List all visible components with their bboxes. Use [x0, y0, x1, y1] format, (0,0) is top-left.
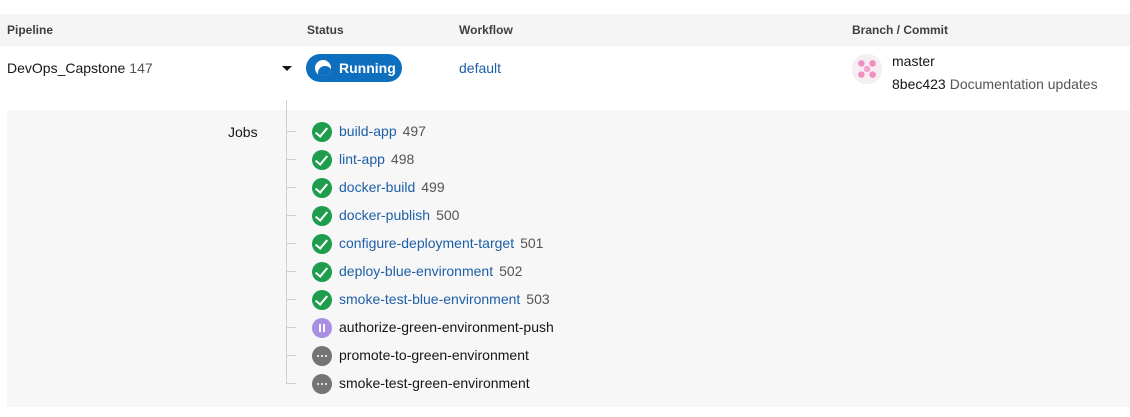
ellipsis-circle-icon — [312, 346, 332, 366]
job-name[interactable]: configure-deployment-target — [339, 235, 514, 251]
check-circle-icon — [312, 290, 332, 310]
job-row: lint-app 498 — [285, 147, 785, 175]
job-label: docker-publish 500 — [339, 207, 459, 223]
header-status: Status — [307, 23, 344, 37]
check-circle-icon — [312, 262, 332, 282]
job-name[interactable]: docker-build — [339, 179, 415, 195]
job-row: promote-to-green-environment — [285, 343, 785, 371]
jobs-panel: Jobs build-app 497 lint-app 498 docker-build… — [7, 100, 1130, 407]
check-circle-icon — [312, 150, 332, 170]
pipeline-row: DevOps_Capstone 147 Running default maste… — [0, 46, 1130, 110]
header-pipeline: Pipeline — [7, 23, 54, 37]
job-row: deploy-blue-environment 502 — [285, 259, 785, 287]
branch-name: master — [892, 53, 935, 69]
tree-connector — [286, 327, 296, 328]
status-label: Running — [339, 60, 396, 76]
pipeline-name: DevOps_Capstone — [7, 60, 126, 76]
job-name[interactable]: build-app — [339, 123, 397, 139]
ellipsis-circle-icon — [312, 374, 332, 394]
tree-connector — [286, 383, 296, 384]
tree-connector — [286, 299, 296, 300]
workflow-link[interactable]: default — [459, 60, 501, 76]
commit-info: 8bec423 Documentation updates — [892, 76, 1098, 92]
check-circle-icon — [312, 178, 332, 198]
tree-connector — [286, 215, 296, 216]
check-circle-icon — [312, 122, 332, 142]
pipeline-number: 147 — [129, 60, 153, 76]
job-number: 499 — [421, 179, 445, 195]
job-row: smoke-test-blue-environment 503 — [285, 287, 785, 315]
tree-connector — [286, 243, 296, 244]
job-number: 498 — [390, 151, 415, 167]
job-row: configure-deployment-target 501 — [285, 231, 785, 259]
job-label: configure-deployment-target 501 — [339, 235, 543, 251]
tree-connector — [286, 271, 296, 272]
tree-connector — [286, 355, 296, 356]
job-name[interactable]: lint-app — [339, 151, 385, 167]
jobs-label: Jobs — [228, 124, 258, 140]
job-name[interactable]: docker-publish — [339, 207, 430, 223]
pause-circle-icon — [312, 318, 332, 338]
job-label: smoke-test-blue-environment 503 — [339, 291, 550, 307]
check-circle-icon — [312, 206, 332, 226]
status-badge[interactable]: Running — [306, 54, 402, 82]
job-label: docker-build 499 — [339, 179, 445, 195]
job-name: authorize-green-environment-push — [339, 319, 554, 335]
job-name[interactable]: smoke-test-blue-environment — [339, 291, 520, 307]
table-header: Pipeline Status Workflow Branch / Commit — [0, 14, 1130, 46]
job-number: 502 — [499, 263, 523, 279]
avatar — [852, 54, 882, 84]
tree-connector — [286, 131, 296, 132]
running-spinner-icon — [315, 60, 331, 76]
job-number: 503 — [526, 291, 550, 307]
job-name: smoke-test-green-environment — [339, 375, 530, 391]
tree-connector — [286, 159, 296, 160]
job-row: smoke-test-green-environment — [285, 371, 785, 399]
job-row: build-app 497 — [285, 119, 785, 147]
header-branch-commit: Branch / Commit — [852, 23, 949, 37]
expand-chevron-down-icon[interactable] — [282, 66, 292, 71]
commit-sha[interactable]: 8bec423 — [892, 76, 946, 92]
tree-connector — [286, 187, 296, 188]
pipeline-name-cell: DevOps_Capstone 147 — [7, 60, 153, 76]
job-number: 497 — [402, 123, 426, 139]
check-circle-icon — [312, 234, 332, 254]
job-label: lint-app 498 — [339, 151, 414, 167]
job-number: 500 — [436, 207, 460, 223]
job-name[interactable]: deploy-blue-environment — [339, 263, 493, 279]
job-label: build-app 497 — [339, 123, 426, 139]
commit-message: Documentation updates — [949, 76, 1098, 92]
job-row: docker-publish 500 — [285, 203, 785, 231]
job-label: deploy-blue-environment 502 — [339, 263, 522, 279]
job-row: docker-build 499 — [285, 175, 785, 203]
job-name: promote-to-green-environment — [339, 347, 529, 363]
job-row: authorize-green-environment-push — [285, 315, 785, 343]
header-workflow: Workflow — [459, 23, 513, 37]
job-number: 501 — [520, 235, 544, 251]
